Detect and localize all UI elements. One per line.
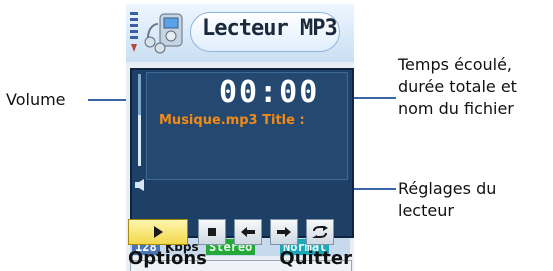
signal-bars-icon: [130, 12, 138, 52]
repeat-icon: [312, 226, 328, 238]
callout-time-info-line: [348, 97, 396, 99]
softkeys: Options Quitter: [126, 248, 354, 271]
stop-button[interactable]: [198, 219, 226, 245]
next-button[interactable]: [270, 219, 298, 245]
callout-settings-line2: lecteur: [398, 201, 454, 220]
callout-time-info-line2: durée totale et: [398, 77, 517, 96]
speaker-icon: [135, 179, 144, 191]
track-info-panel: 00:00 Musique.mp3 Title :: [146, 72, 348, 180]
page-title: Lecteur MP3: [202, 16, 338, 41]
playback-controls: [126, 219, 354, 245]
arrow-right-icon: [277, 227, 291, 237]
previous-button[interactable]: [234, 219, 262, 245]
callout-volume: Volume: [6, 90, 66, 109]
callout-time-info: Temps écoulé, durée totale et nom du fic…: [398, 54, 517, 120]
volume-level[interactable]: [138, 115, 141, 166]
callout-time-info-line1: Temps écoulé,: [398, 55, 513, 74]
stop-icon: [208, 228, 216, 236]
player-display: 00:00 Musique.mp3 Title :: [130, 68, 354, 238]
title-bar: Lecteur MP3: [126, 4, 354, 62]
play-icon: [154, 226, 163, 238]
options-softkey[interactable]: Options: [128, 248, 207, 269]
file-name-title: Musique.mp3 Title :: [159, 113, 305, 128]
play-button[interactable]: [128, 219, 188, 245]
callout-settings-line1: Réglages du: [398, 179, 497, 198]
time-display: 00:00: [219, 75, 320, 110]
callout-settings-line: [348, 188, 396, 190]
callout-settings: Réglages du lecteur: [398, 178, 496, 222]
mp3-player-icon: [144, 13, 183, 54]
quit-softkey[interactable]: Quitter: [279, 248, 352, 269]
repeat-button[interactable]: [306, 219, 334, 245]
arrow-left-icon: [241, 227, 255, 237]
callout-time-info-line3: nom du fichier: [398, 99, 514, 118]
